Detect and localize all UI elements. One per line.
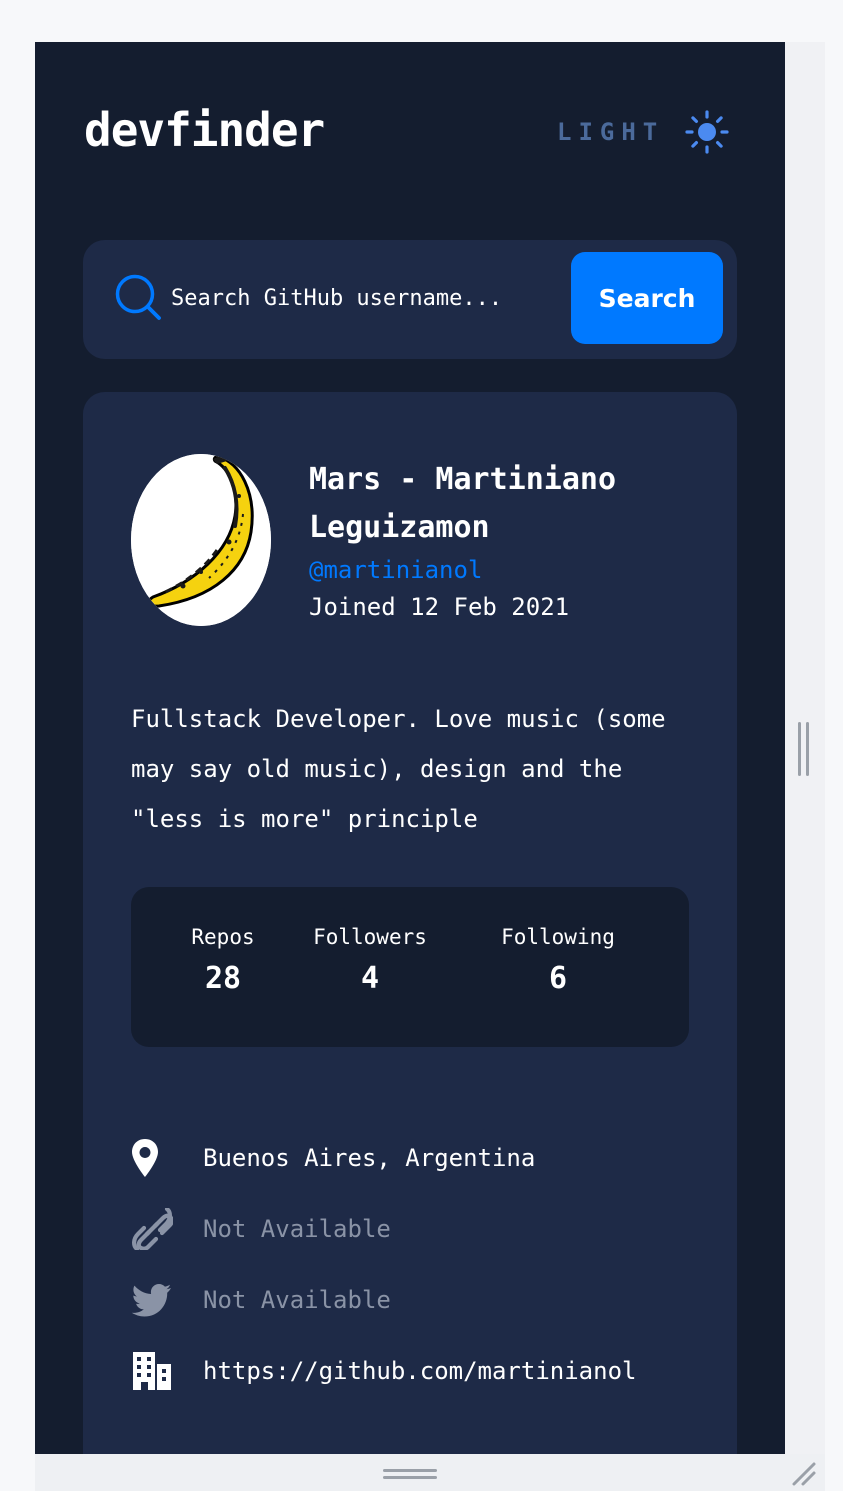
search-icon	[115, 274, 161, 320]
stat-value: 6	[548, 961, 568, 996]
stat-repos: Repos 28	[187, 923, 259, 999]
search-bar: Search	[83, 240, 737, 359]
info-twitter-text: Not Available	[203, 1286, 391, 1314]
avatar-banana-image	[131, 454, 271, 626]
info-company: https://github.com/martinianol	[131, 1349, 636, 1393]
location-pin-icon	[132, 1139, 158, 1177]
stat-followers: Followers 4	[305, 923, 435, 999]
theme-toggle-label: LIGHT	[557, 118, 665, 146]
stat-label: Repos	[191, 925, 255, 949]
search-button[interactable]: Search	[571, 252, 723, 344]
stat-value: 28	[204, 961, 242, 996]
stat-label: Following	[501, 925, 615, 949]
stats-panel: Repos 28 Followers 4 Following 6	[131, 887, 689, 1047]
profile-joined-date: Joined 12 Feb 2021	[309, 593, 570, 621]
search-input[interactable]	[171, 276, 561, 320]
app-logo: devfinder	[84, 103, 325, 157]
corner-resize-icon[interactable]	[790, 1460, 818, 1488]
sun-icon	[685, 110, 729, 154]
info-website-text: Not Available	[203, 1215, 391, 1243]
profile-login-link[interactable]: @martinianol	[309, 554, 482, 586]
info-company-link[interactable]: https://github.com/martinianol	[203, 1357, 636, 1385]
profile-name: Mars - Martiniano Leguizamon	[309, 462, 617, 545]
stat-label: Followers	[313, 925, 427, 949]
info-twitter: Not Available	[131, 1278, 391, 1322]
profile-card: Mars - Martiniano Leguizamon @martiniano…	[83, 392, 737, 1454]
app-viewport: devfinder LIGHT Search GitHub username..…	[35, 42, 785, 1454]
stat-following: Following 6	[491, 923, 625, 999]
info-location: Buenos Aires, Argentina	[131, 1136, 535, 1180]
vertical-resize-handle[interactable]	[798, 722, 812, 776]
profile-bio: Fullstack Developer. Love music (some ma…	[131, 705, 666, 833]
link-icon	[132, 1208, 173, 1250]
avatar	[131, 454, 271, 626]
theme-toggle[interactable]: LIGHT	[557, 110, 730, 154]
horizontal-resize-handle[interactable]	[383, 1469, 437, 1481]
company-icon	[133, 1352, 171, 1390]
twitter-icon	[131, 1284, 171, 1317]
info-location-text: Buenos Aires, Argentina	[203, 1144, 536, 1172]
stat-value: 4	[360, 961, 380, 996]
info-website: Not Available	[131, 1207, 391, 1251]
